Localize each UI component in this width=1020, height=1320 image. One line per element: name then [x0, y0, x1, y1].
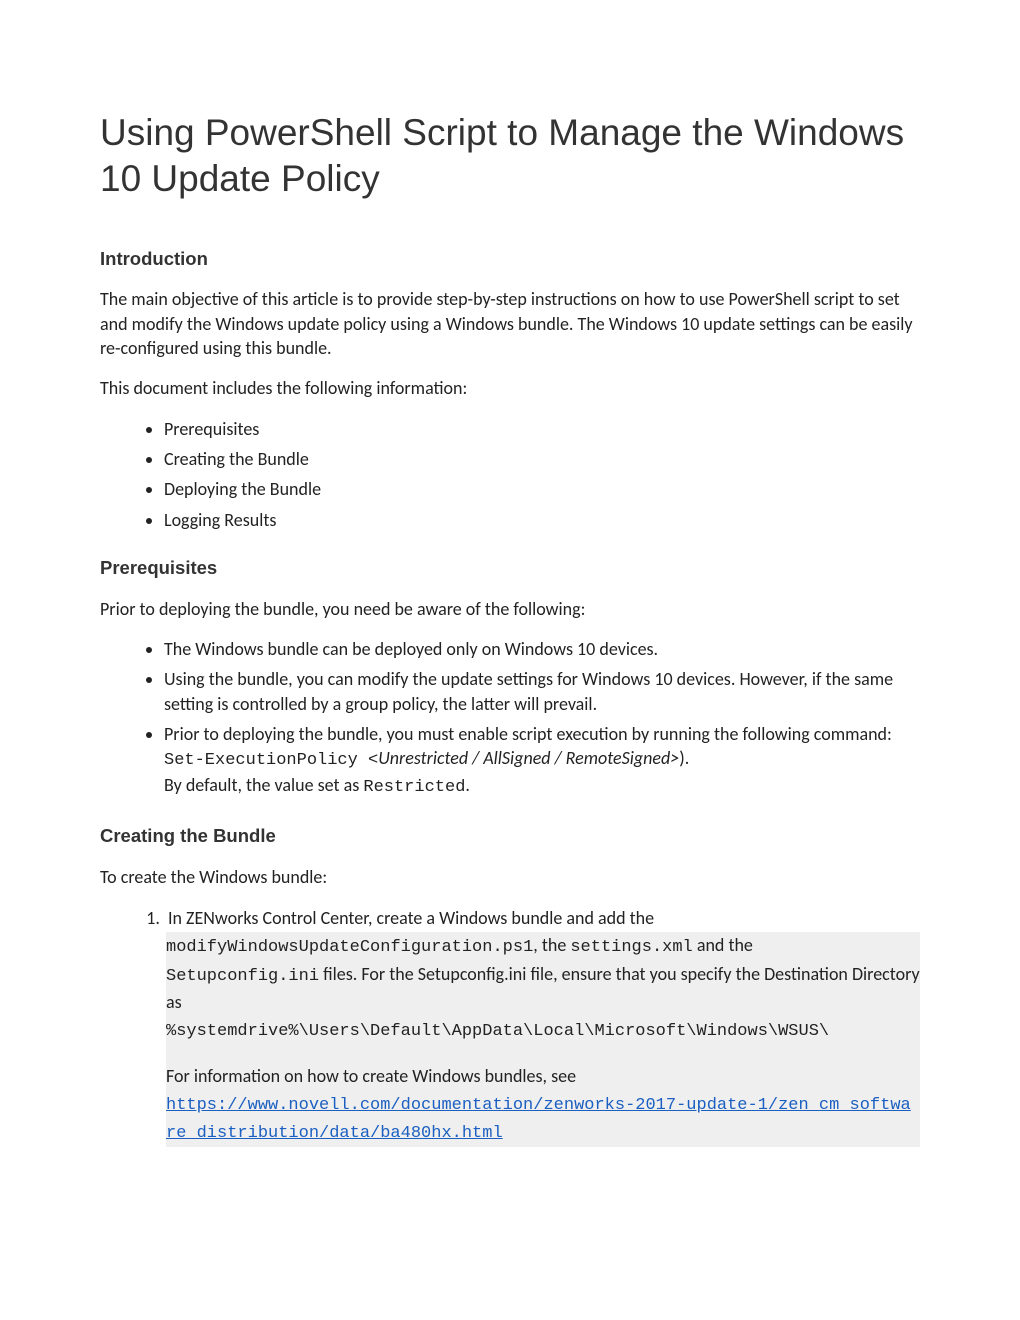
text-segment: , the [533, 934, 570, 956]
intro-bullet-item: Logging Results [164, 508, 920, 532]
code-filename: ifyWindowsUpdateConfiguration.ps1 [197, 938, 534, 957]
prereq-bullet-item: Using the bundle, you can modify the upd… [164, 667, 920, 716]
intro-bullet-item: Deploying the Bundle [164, 477, 920, 501]
intro-paragraph-1: The main objective of this article is to… [100, 287, 920, 360]
prereq-bullet-item: Prior to deploying the bundle, you must … [164, 722, 920, 800]
code-filename: settings.xml [570, 938, 692, 957]
text-segment: and the [693, 934, 753, 956]
text-segment: ). [679, 747, 689, 769]
code-command: Set-ExecutionPolicy < [164, 751, 378, 770]
prereq-bullet-list: The Windows bundle can be deployed only … [100, 637, 920, 800]
documentation-link[interactable]: https://www.novell.com/documentation/zen… [166, 1096, 911, 1144]
text-segment: . [465, 774, 470, 796]
document-title: Using PowerShell Script to Manage the Wi… [100, 110, 920, 203]
code-filename: mod [166, 938, 197, 957]
code-options: Unrestricted / AllSigned / RemoteSigned> [378, 747, 679, 769]
text-segment: By default, the value set as [164, 774, 363, 796]
code-path: %systemdrive%\Users\Default\AppData\Loca… [166, 1022, 829, 1041]
code-filename: Setupconfig.ini [166, 967, 319, 986]
intro-bullet-item: Creating the Bundle [164, 447, 920, 471]
section-introduction-heading: Introduction [100, 247, 920, 272]
intro-paragraph-2: This document includes the following inf… [100, 376, 920, 400]
prereq-bullet-item: The Windows bundle can be deployed only … [164, 637, 920, 661]
create-step-item: In ZENworks Control Center, create a Win… [164, 905, 920, 1147]
section-prerequisites-heading: Prerequisites [100, 556, 920, 581]
intro-bullet-item: Prerequisites [164, 417, 920, 441]
text-segment: In ZENworks Control Center, create a Win… [168, 907, 654, 929]
intro-bullet-list: Prerequisites Creating the Bundle Deploy… [100, 417, 920, 532]
create-steps-list: In ZENworks Control Center, create a Win… [100, 905, 920, 1147]
text-segment: Prior to deploying the bundle, you must … [164, 723, 892, 745]
code-value: Restricted [363, 778, 465, 797]
section-creating-bundle-heading: Creating the Bundle [100, 824, 920, 849]
text-segment: For information on how to create Windows… [166, 1065, 576, 1087]
prereq-paragraph: Prior to deploying the bundle, you need … [100, 597, 920, 621]
create-paragraph: To create the Windows bundle: [100, 865, 920, 889]
